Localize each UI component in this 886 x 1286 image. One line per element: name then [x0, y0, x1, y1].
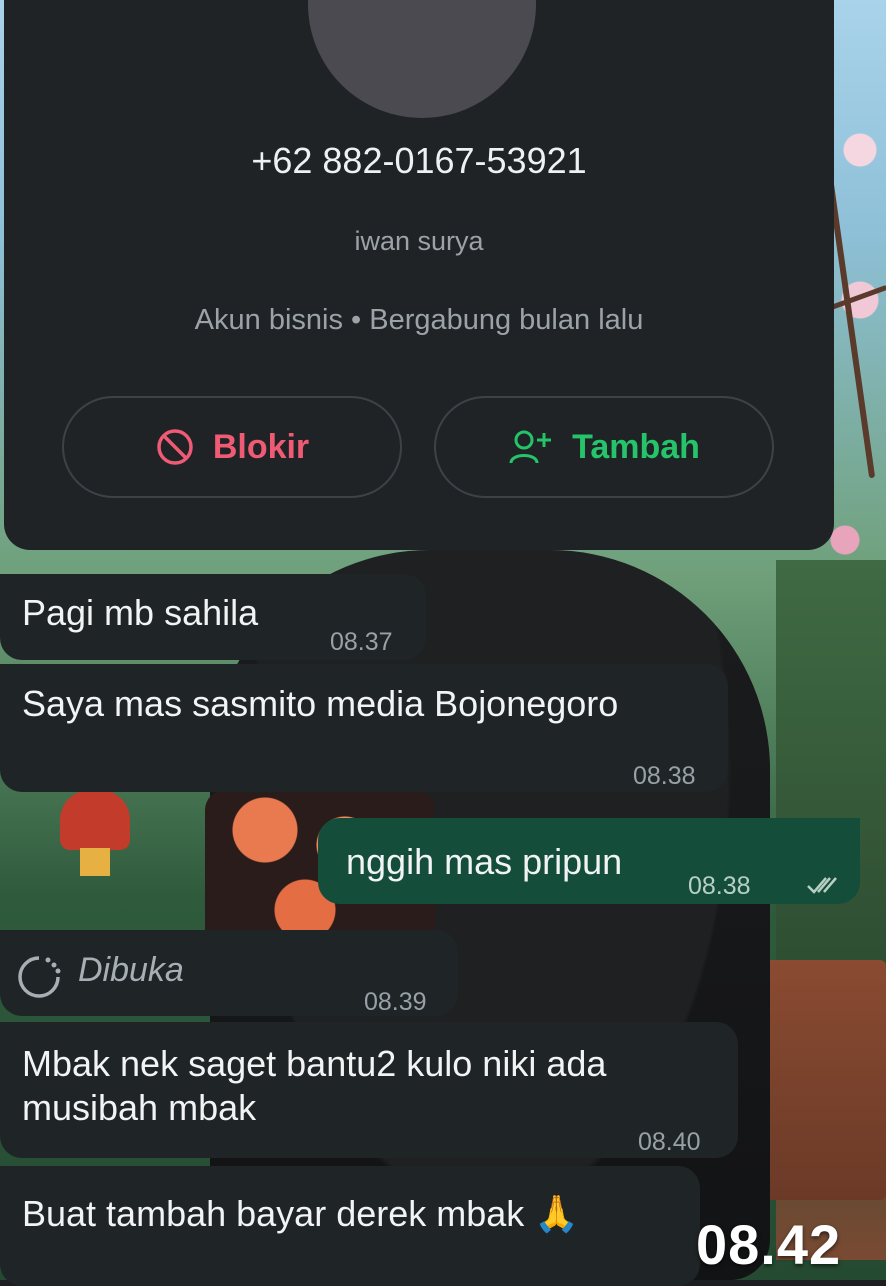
message-text: Dibuka: [78, 951, 184, 989]
contact-info-card: +62 882-0167-53921 iwan surya Akun bisni…: [4, 0, 834, 550]
message-bubble-incoming[interactable]: Buat tambah bayar derek mbak 🙏: [0, 1166, 700, 1286]
add-person-icon: [508, 427, 554, 467]
block-button[interactable]: Blokir: [62, 396, 402, 498]
message-time: 08.38: [633, 762, 696, 790]
message-text: Saya mas sasmito media Bojonegoro: [22, 683, 619, 724]
message-bubble-view-once[interactable]: Dibuka 08.39: [0, 930, 458, 1016]
add-contact-button[interactable]: Tambah: [434, 396, 774, 498]
message-time: 08.37: [330, 628, 393, 656]
add-label: Tambah: [572, 427, 700, 466]
contact-name: iwan surya: [354, 226, 484, 256]
contact-meta: Akun bisnis • Bergabung bulan lalu: [194, 304, 644, 336]
message-text: Pagi mb sahila: [22, 592, 259, 633]
message-bubble-incoming[interactable]: Mbak nek saget bantu2 kulo niki ada musi…: [0, 1022, 738, 1158]
block-label: Blokir: [212, 427, 310, 466]
message-bubble-incoming[interactable]: Saya mas sasmito media Bojonegoro 08.38: [0, 664, 728, 792]
contact-avatar[interactable]: [308, 0, 536, 118]
overlay-clock: 08.42: [696, 1213, 842, 1276]
message-bubble-outgoing[interactable]: nggih mas pripun 08.38: [318, 818, 860, 904]
message-time: 08.40: [638, 1128, 701, 1156]
message-text: nggih mas pripun: [346, 841, 623, 882]
message-text: Mbak nek saget bantu2 kulo niki ada musi…: [22, 1043, 607, 1128]
message-time: 08.39: [364, 988, 427, 1016]
message-text: Buat tambah bayar derek mbak 🙏: [22, 1193, 580, 1234]
message-bubble-incoming[interactable]: Pagi mb sahila 08.37: [0, 574, 426, 660]
contact-phone: +62 882-0167-53921: [251, 140, 587, 181]
view-once-opened-icon: [14, 952, 64, 1012]
read-ticks-icon: [806, 864, 842, 908]
message-time: 08.38: [688, 872, 751, 900]
block-icon: [155, 427, 195, 467]
